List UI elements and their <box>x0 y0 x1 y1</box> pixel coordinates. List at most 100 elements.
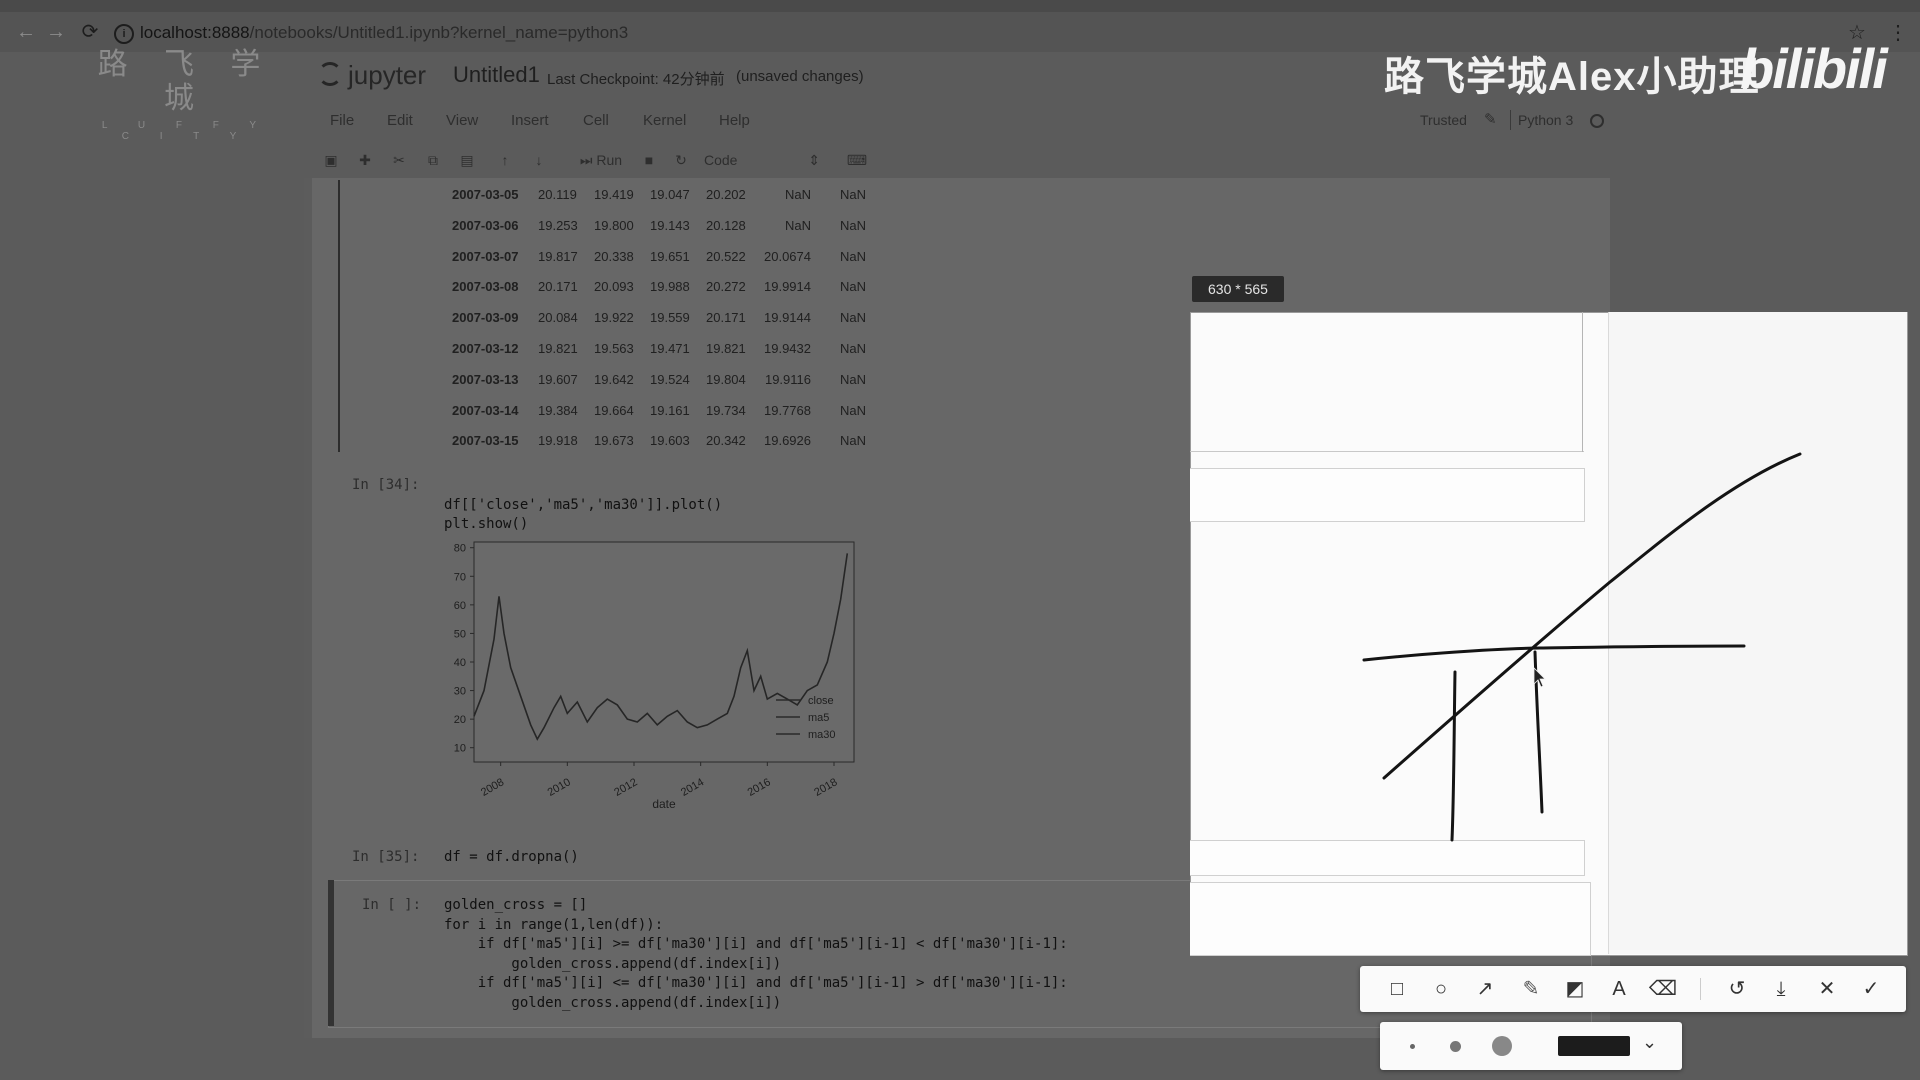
menu-view[interactable]: View <box>446 112 478 129</box>
kernel-name[interactable]: Python 3 <box>1518 112 1573 128</box>
y-tick-label: 60 <box>454 600 466 612</box>
cell-value: 19.603 <box>650 433 690 449</box>
cell-value: 20.171 <box>706 310 746 326</box>
mosaic-tool-icon[interactable]: ◩ <box>1560 974 1590 1004</box>
row-index-date: 2007-03-12 <box>452 341 519 356</box>
pen-tool-icon[interactable]: ✎ <box>1516 974 1546 1004</box>
restart-icon[interactable]: ↻ <box>668 148 694 172</box>
menu-edit[interactable]: Edit <box>387 112 413 129</box>
interrupt-icon[interactable]: ■ <box>636 148 662 172</box>
drawn-horizontal-line <box>1362 644 1746 662</box>
menu-kernel[interactable]: Kernel <box>643 112 686 129</box>
stroke-size-large[interactable] <box>1492 1036 1512 1056</box>
cell-35-prompt: In [35]: <box>352 849 420 865</box>
cell-value: 19.988 <box>650 279 690 295</box>
x-tick-label: 2012 <box>612 776 639 799</box>
pen-options-bar: ⌄ <box>1380 1022 1682 1070</box>
rectangle-tool-icon[interactable]: □ <box>1382 974 1412 1004</box>
cancel-icon[interactable]: ✕ <box>1812 974 1842 1004</box>
y-tick-label: 20 <box>454 714 466 726</box>
line-chart: 10 20 30 40 50 60 70 80 2008 2010 2012 2014 2016 2018… <box>454 541 855 811</box>
chevron-down-icon[interactable]: ⌄ <box>1642 1032 1657 1053</box>
move-down-icon[interactable]: ↓ <box>526 148 552 172</box>
cell-value: 19.804 <box>706 371 746 387</box>
x-tick-label: 2014 <box>679 776 706 799</box>
cut-icon[interactable]: ✂ <box>386 148 412 172</box>
luffy-logo-english: L U F F Y C I T Y <box>101 120 271 142</box>
insert-cell-icon[interactable]: ✚ <box>352 148 378 172</box>
cell-value: 20.0674 <box>764 248 811 264</box>
save-icon[interactable]: ▣ <box>318 148 344 172</box>
arrow-tool-icon[interactable]: ↗ <box>1470 974 1500 1004</box>
cell-value: 20.119 <box>538 187 577 202</box>
y-tick-label: 70 <box>454 571 466 583</box>
site-info-icon[interactable]: i <box>114 23 134 44</box>
jupyter-header: jupyter Untitled1 Last Checkpoint: 42分钟前… <box>310 52 1610 104</box>
notebook-name[interactable]: Untitled1 <box>453 62 540 88</box>
freehand-drawing[interactable] <box>1190 312 1906 954</box>
y-tick-label: 10 <box>454 743 466 755</box>
run-button[interactable]: ⏭ Run <box>576 148 626 172</box>
code-line: if df['ma5'][i] <= df['ma30'][i] and df[… <box>444 975 1068 991</box>
x-tick-label: 2016 <box>746 776 773 799</box>
trusted-indicator[interactable]: Trusted <box>1420 112 1467 128</box>
forward-icon[interactable]: → <box>44 20 68 44</box>
cell-35-code[interactable]: df = df.dropna() <box>444 848 579 868</box>
cell-value: 19.918 <box>538 433 578 449</box>
command-palette-icon[interactable]: ⌨ <box>842 148 872 172</box>
cell-36-code[interactable]: golden_cross = [] for i in range(1,len(df… <box>444 896 1068 1013</box>
last-checkpoint: Last Checkpoint: 42分钟前 <box>547 71 725 88</box>
move-up-icon[interactable]: ↑ <box>492 148 518 172</box>
menu-insert[interactable]: Insert <box>511 112 549 129</box>
run-label: Run <box>596 152 623 168</box>
menu-file[interactable]: File <box>330 112 354 129</box>
cell-value: 20.171 <box>538 279 578 295</box>
code-line: if df['ma5'][i] >= df['ma30'][i] and df[… <box>444 936 1068 952</box>
confirm-icon[interactable]: ✓ <box>1856 974 1886 1004</box>
cell-value: 19.9144 <box>764 310 811 326</box>
cell-value: 20.522 <box>706 248 746 264</box>
row-index-date: 2007-03-08 <box>452 279 519 295</box>
dataframe-row: 2007-03-12 19.821 19.563 19.471 19.821 19.943… <box>340 334 900 364</box>
cell-value: 19.651 <box>650 248 690 264</box>
cell-value: 19.9914 <box>764 279 811 295</box>
luffy-logo-chinese: 路 飞 学 城 <box>97 48 275 115</box>
undo-icon[interactable]: ↺ <box>1722 974 1752 1004</box>
menu-cell[interactable]: Cell <box>583 112 609 129</box>
jupyter-logo-icon <box>318 62 342 86</box>
stroke-size-medium[interactable] <box>1450 1041 1461 1052</box>
cell-value: 19.821 <box>706 341 746 356</box>
ellipse-tool-icon[interactable]: ○ <box>1426 974 1456 1004</box>
cell-value: 19.800 <box>594 217 634 233</box>
reload-icon[interactable]: ⟳ <box>78 20 102 44</box>
cell-value: 19.559 <box>650 310 690 326</box>
code-line: golden_cross = [] <box>444 897 588 913</box>
cell-type-select[interactable]: Code ⇕ <box>704 148 826 172</box>
copy-icon[interactable]: ⧉ <box>420 148 446 172</box>
legend-label: ma30 <box>808 729 836 741</box>
code-line: golden_cross.append(df.index[i]) <box>444 955 782 972</box>
menu-help[interactable]: Help <box>719 112 750 129</box>
cell-36-prompt: In [ ]: <box>362 897 422 913</box>
row-index-date: 2007-03-05 <box>452 187 519 202</box>
stroke-size-small[interactable] <box>1410 1044 1415 1049</box>
toolbar-separator <box>1700 978 1701 1000</box>
eraser-tool-icon[interactable]: ⌫ <box>1648 974 1678 1004</box>
jupyter-logo[interactable]: jupyter <box>318 60 426 91</box>
code-line: golden_cross.append(df.index[i]) <box>444 994 782 1011</box>
cell-value: 20.202 <box>706 187 746 202</box>
download-icon[interactable]: ⤓ <box>1766 974 1796 1004</box>
row-index-date: 2007-03-13 <box>452 371 519 387</box>
dataframe-row: 2007-03-14 19.384 19.664 19.161 19.734 19.776… <box>340 396 900 426</box>
y-tick-label: 30 <box>454 686 466 698</box>
cell-value: 20.093 <box>594 279 634 295</box>
kernel-idle-icon <box>1590 114 1604 128</box>
x-tick-label: 2018 <box>812 776 839 799</box>
paste-icon[interactable]: ▤ <box>454 148 480 172</box>
code-line: df[['close','ma5','ma30']].plot() <box>444 496 723 513</box>
luffy-city-logo: 路 飞 学 城 L U F F Y C I T Y <box>96 48 276 142</box>
browser-menu-icon[interactable]: ⋮ <box>1888 20 1908 45</box>
pen-color-swatch[interactable] <box>1558 1036 1630 1056</box>
back-icon[interactable]: ← <box>14 20 38 44</box>
text-tool-icon[interactable]: A <box>1604 974 1634 1004</box>
